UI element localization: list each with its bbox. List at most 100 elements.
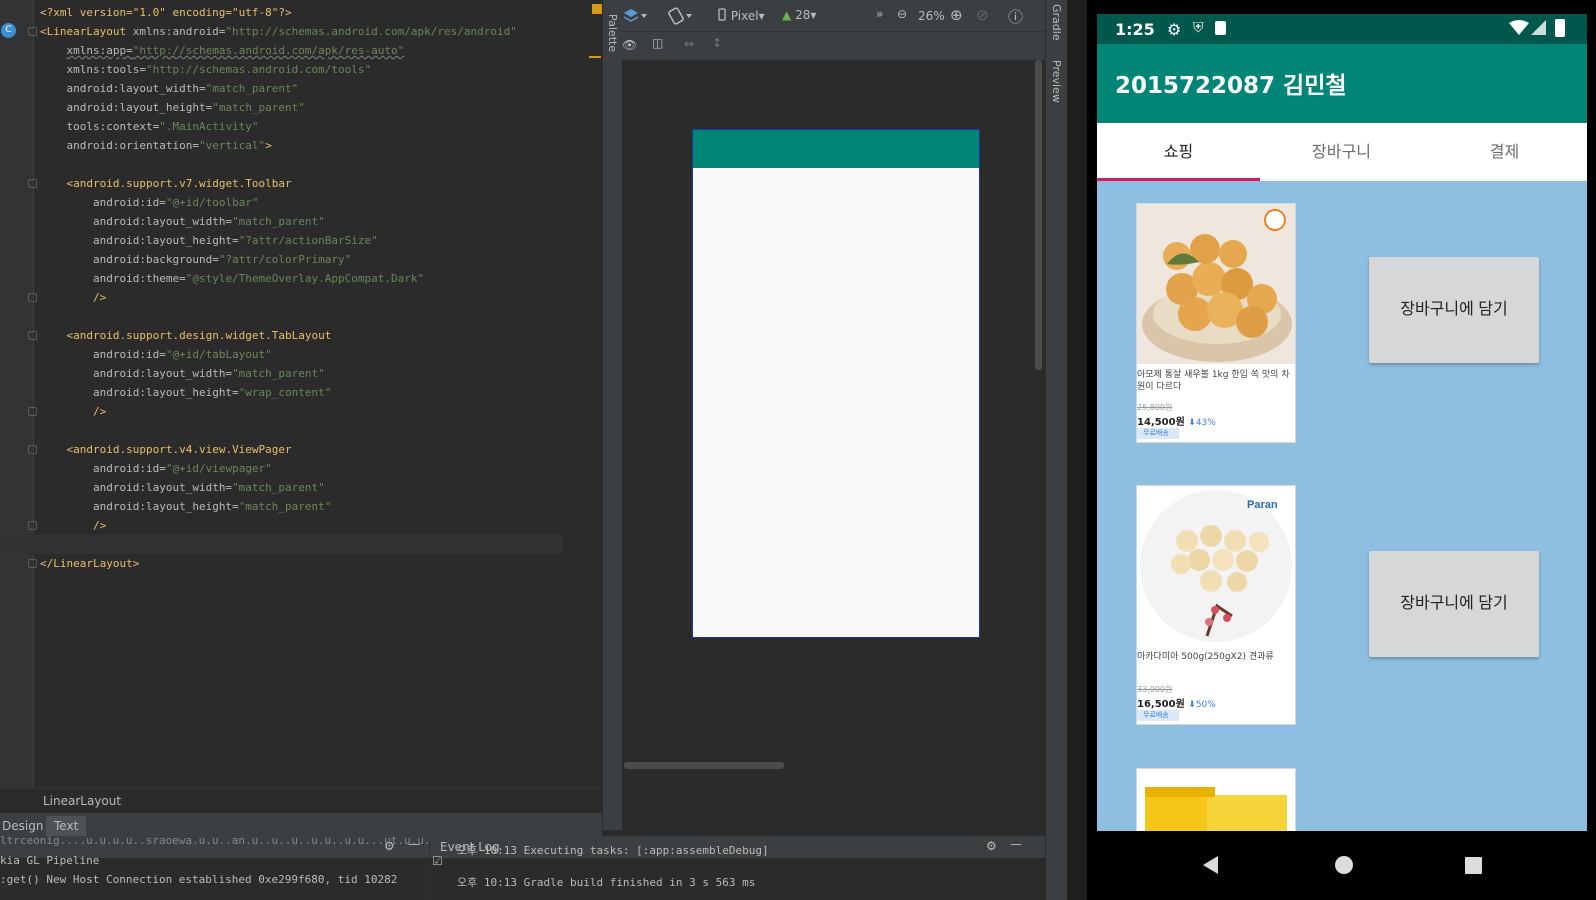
horizontal-scrollbar[interactable]	[624, 762, 784, 769]
code-line[interactable]	[0, 535, 562, 554]
expand-horizontal-icon[interactable]: ↔	[684, 37, 694, 51]
xml-tag-end: >	[265, 139, 272, 152]
code-line[interactable]: android:background="?attr/colorPrimary"	[40, 250, 562, 269]
xml-value: "@style/ThemeOverlay.AppCompat.Dark"	[185, 272, 425, 285]
code-line[interactable]: <?xml version="1.0" encoding="utf-8"?>	[40, 3, 562, 22]
preview-tab[interactable]: Preview	[1050, 60, 1063, 103]
code-line[interactable]: android:layout_height="?attr/actionBarSi…	[40, 231, 562, 250]
fold-icon[interactable]	[28, 407, 37, 416]
xml-tag: </LinearLayout>	[40, 557, 140, 570]
code-line[interactable]: />	[40, 402, 562, 421]
fold-icon[interactable]	[28, 559, 37, 568]
recent-apps-icon[interactable]	[1465, 857, 1482, 874]
add-to-cart-button[interactable]: 장바구니에 담기	[1369, 257, 1539, 363]
device-screen[interactable]: 1:25 ⚙ ⛨ 2015722087 김민철 쇼핑 장바구니 결제 아모제 통…	[1097, 14, 1587, 831]
code-line[interactable]: </LinearLayout>	[40, 554, 562, 573]
more-icon[interactable]: »	[876, 7, 883, 21]
fold-icon[interactable]	[28, 27, 37, 36]
product-card[interactable]: Paran 마카다미아 500g(250gX2) 견과류 33,000원 16,…	[1136, 485, 1296, 725]
xml-value: "http://schemas.android.com/apk/res/andr…	[225, 25, 517, 38]
code-line[interactable]: android:theme="@style/ThemeOverlay.AppCo…	[40, 269, 562, 288]
product-price-row: 14,500원 ⬇43%	[1137, 413, 1216, 428]
product-card[interactable]	[1136, 768, 1296, 831]
xml-tag: <android.support.v7.widget.Toolbar	[66, 177, 292, 190]
code-line[interactable]: android:id="@+id/toolbar"	[40, 193, 562, 212]
code-line[interactable]: android:id="@+id/viewpager"	[40, 459, 562, 478]
fold-icon[interactable]	[28, 179, 37, 188]
code-line[interactable]: android:layout_width="match_parent"	[40, 478, 562, 497]
preview-toolbar-widget[interactable]	[693, 130, 979, 168]
expand-vertical-icon[interactable]: ↕	[712, 36, 722, 50]
tab-payment[interactable]: 결제	[1423, 123, 1586, 181]
checkbox-icon[interactable]: ☑	[432, 854, 443, 868]
device-selector[interactable]: Pixel▾	[717, 8, 765, 23]
product-image-partial	[1137, 769, 1295, 831]
zoom-in-icon[interactable]: ⊕	[950, 6, 963, 24]
api-selector[interactable]: ▲ 28▾	[782, 8, 816, 22]
zoom-fit-icon[interactable]: ⊘	[976, 6, 989, 24]
code-line[interactable]: />	[40, 288, 562, 307]
event-entry: 오후 10:13 Executing tasks: [:app:assemble…	[457, 844, 769, 857]
layers-icon[interactable]	[622, 7, 648, 28]
gradle-tab[interactable]: Gradle	[1050, 4, 1063, 41]
code-line[interactable]: <LinearLayout xmlns:android="http://sche…	[40, 22, 562, 41]
orientation-icon[interactable]	[668, 7, 694, 28]
palette-tab[interactable]: Palette	[606, 14, 619, 52]
xml-tag: />	[92, 519, 107, 532]
code-line[interactable]: <android.support.v4.view.ViewPager	[40, 440, 562, 459]
fold-icon[interactable]	[28, 331, 37, 340]
product-discount: 43%	[1195, 418, 1216, 428]
breadcrumb-linearlayout[interactable]: LinearLayout	[43, 794, 121, 808]
xml-tag: />	[92, 405, 107, 418]
gear-icon[interactable]: ⚙	[986, 839, 997, 853]
code-line[interactable]	[40, 421, 562, 440]
code-line[interactable]: android:layout_width="match_parent"	[40, 212, 562, 231]
class-icon[interactable]: C	[1, 23, 16, 38]
add-to-cart-button[interactable]: 장바구니에 담기	[1369, 551, 1539, 657]
code-line[interactable]: />	[40, 516, 562, 535]
tab-shopping[interactable]: 쇼핑	[1097, 123, 1260, 181]
product-price: 14,500원	[1137, 417, 1185, 428]
android-studio-window: C <?xml version="1.0" encoding="utf-8"?>…	[0, 0, 1596, 900]
log-line: kia GL Pipeline	[0, 854, 100, 867]
xml-value: "match_parent"	[232, 481, 325, 494]
code-line[interactable]: xmlns:app="http://schemas.android.com/ap…	[40, 41, 562, 60]
phone-preview[interactable]	[692, 129, 980, 638]
columns-icon[interactable]: ◫	[652, 36, 663, 50]
code-line[interactable]: tools:context=".MainActivity"	[40, 117, 562, 136]
vertical-scrollbar[interactable]	[1035, 60, 1042, 370]
code-line[interactable]	[40, 155, 562, 174]
minimize-icon[interactable]: —	[1010, 837, 1022, 851]
back-icon[interactable]	[1203, 856, 1218, 874]
xml-attribute: android:id=	[92, 462, 166, 475]
editor-gutter[interactable]	[0, 0, 34, 800]
code-line[interactable]: <android.support.v7.widget.Toolbar	[40, 174, 562, 193]
product-old-price: 33,000원	[1137, 685, 1173, 694]
zoom-out-icon[interactable]: ⊖	[897, 7, 907, 21]
code-lines[interactable]: <?xml version="1.0" encoding="utf-8"?> <L…	[0, 3, 562, 573]
code-line[interactable]: android:layout_height="match_parent"	[40, 497, 562, 516]
code-line[interactable]: android:orientation="vertical">	[40, 136, 562, 155]
fold-icon[interactable]	[28, 445, 37, 454]
xml-code-editor[interactable]: C <?xml version="1.0" encoding="utf-8"?>…	[0, 0, 602, 800]
code-line[interactable]: android:layout_height="wrap_content"	[40, 383, 562, 402]
fold-icon[interactable]	[28, 293, 37, 302]
warning-line-marker[interactable]	[589, 56, 601, 58]
code-line[interactable]: android:layout_width="match_parent"	[40, 364, 562, 383]
warning-icon[interactable]: ⓘ	[1008, 6, 1023, 27]
eye-icon[interactable]: 👁	[622, 38, 637, 52]
viewpager-content[interactable]: 아모제 통살 새우볼 1kg 한입 쏙 맛의 차원이 다르다 25,800원 1…	[1097, 181, 1587, 831]
code-line[interactable]: android:id="@+id/tabLayout"	[40, 345, 562, 364]
code-line[interactable]: android:layout_height="match_parent"	[40, 98, 562, 117]
tab-cart[interactable]: 장바구니	[1260, 123, 1423, 181]
xml-attribute: android:layout_height=	[92, 386, 239, 399]
battery-icon	[1555, 19, 1565, 37]
fold-icon[interactable]	[28, 521, 37, 530]
product-card[interactable]: 아모제 통살 새우볼 1kg 한입 쏙 맛의 차원이 다르다 25,800원 1…	[1136, 203, 1296, 443]
home-icon[interactable]	[1335, 856, 1353, 874]
code-line[interactable]	[40, 307, 562, 326]
code-line[interactable]: android:layout_width="match_parent"	[40, 79, 562, 98]
code-line[interactable]: <android.support.design.widget.TabLayout	[40, 326, 562, 345]
warning-marker-icon[interactable]	[592, 4, 602, 14]
code-line[interactable]: xmlns:tools="http://schemas.android.com/…	[40, 60, 562, 79]
